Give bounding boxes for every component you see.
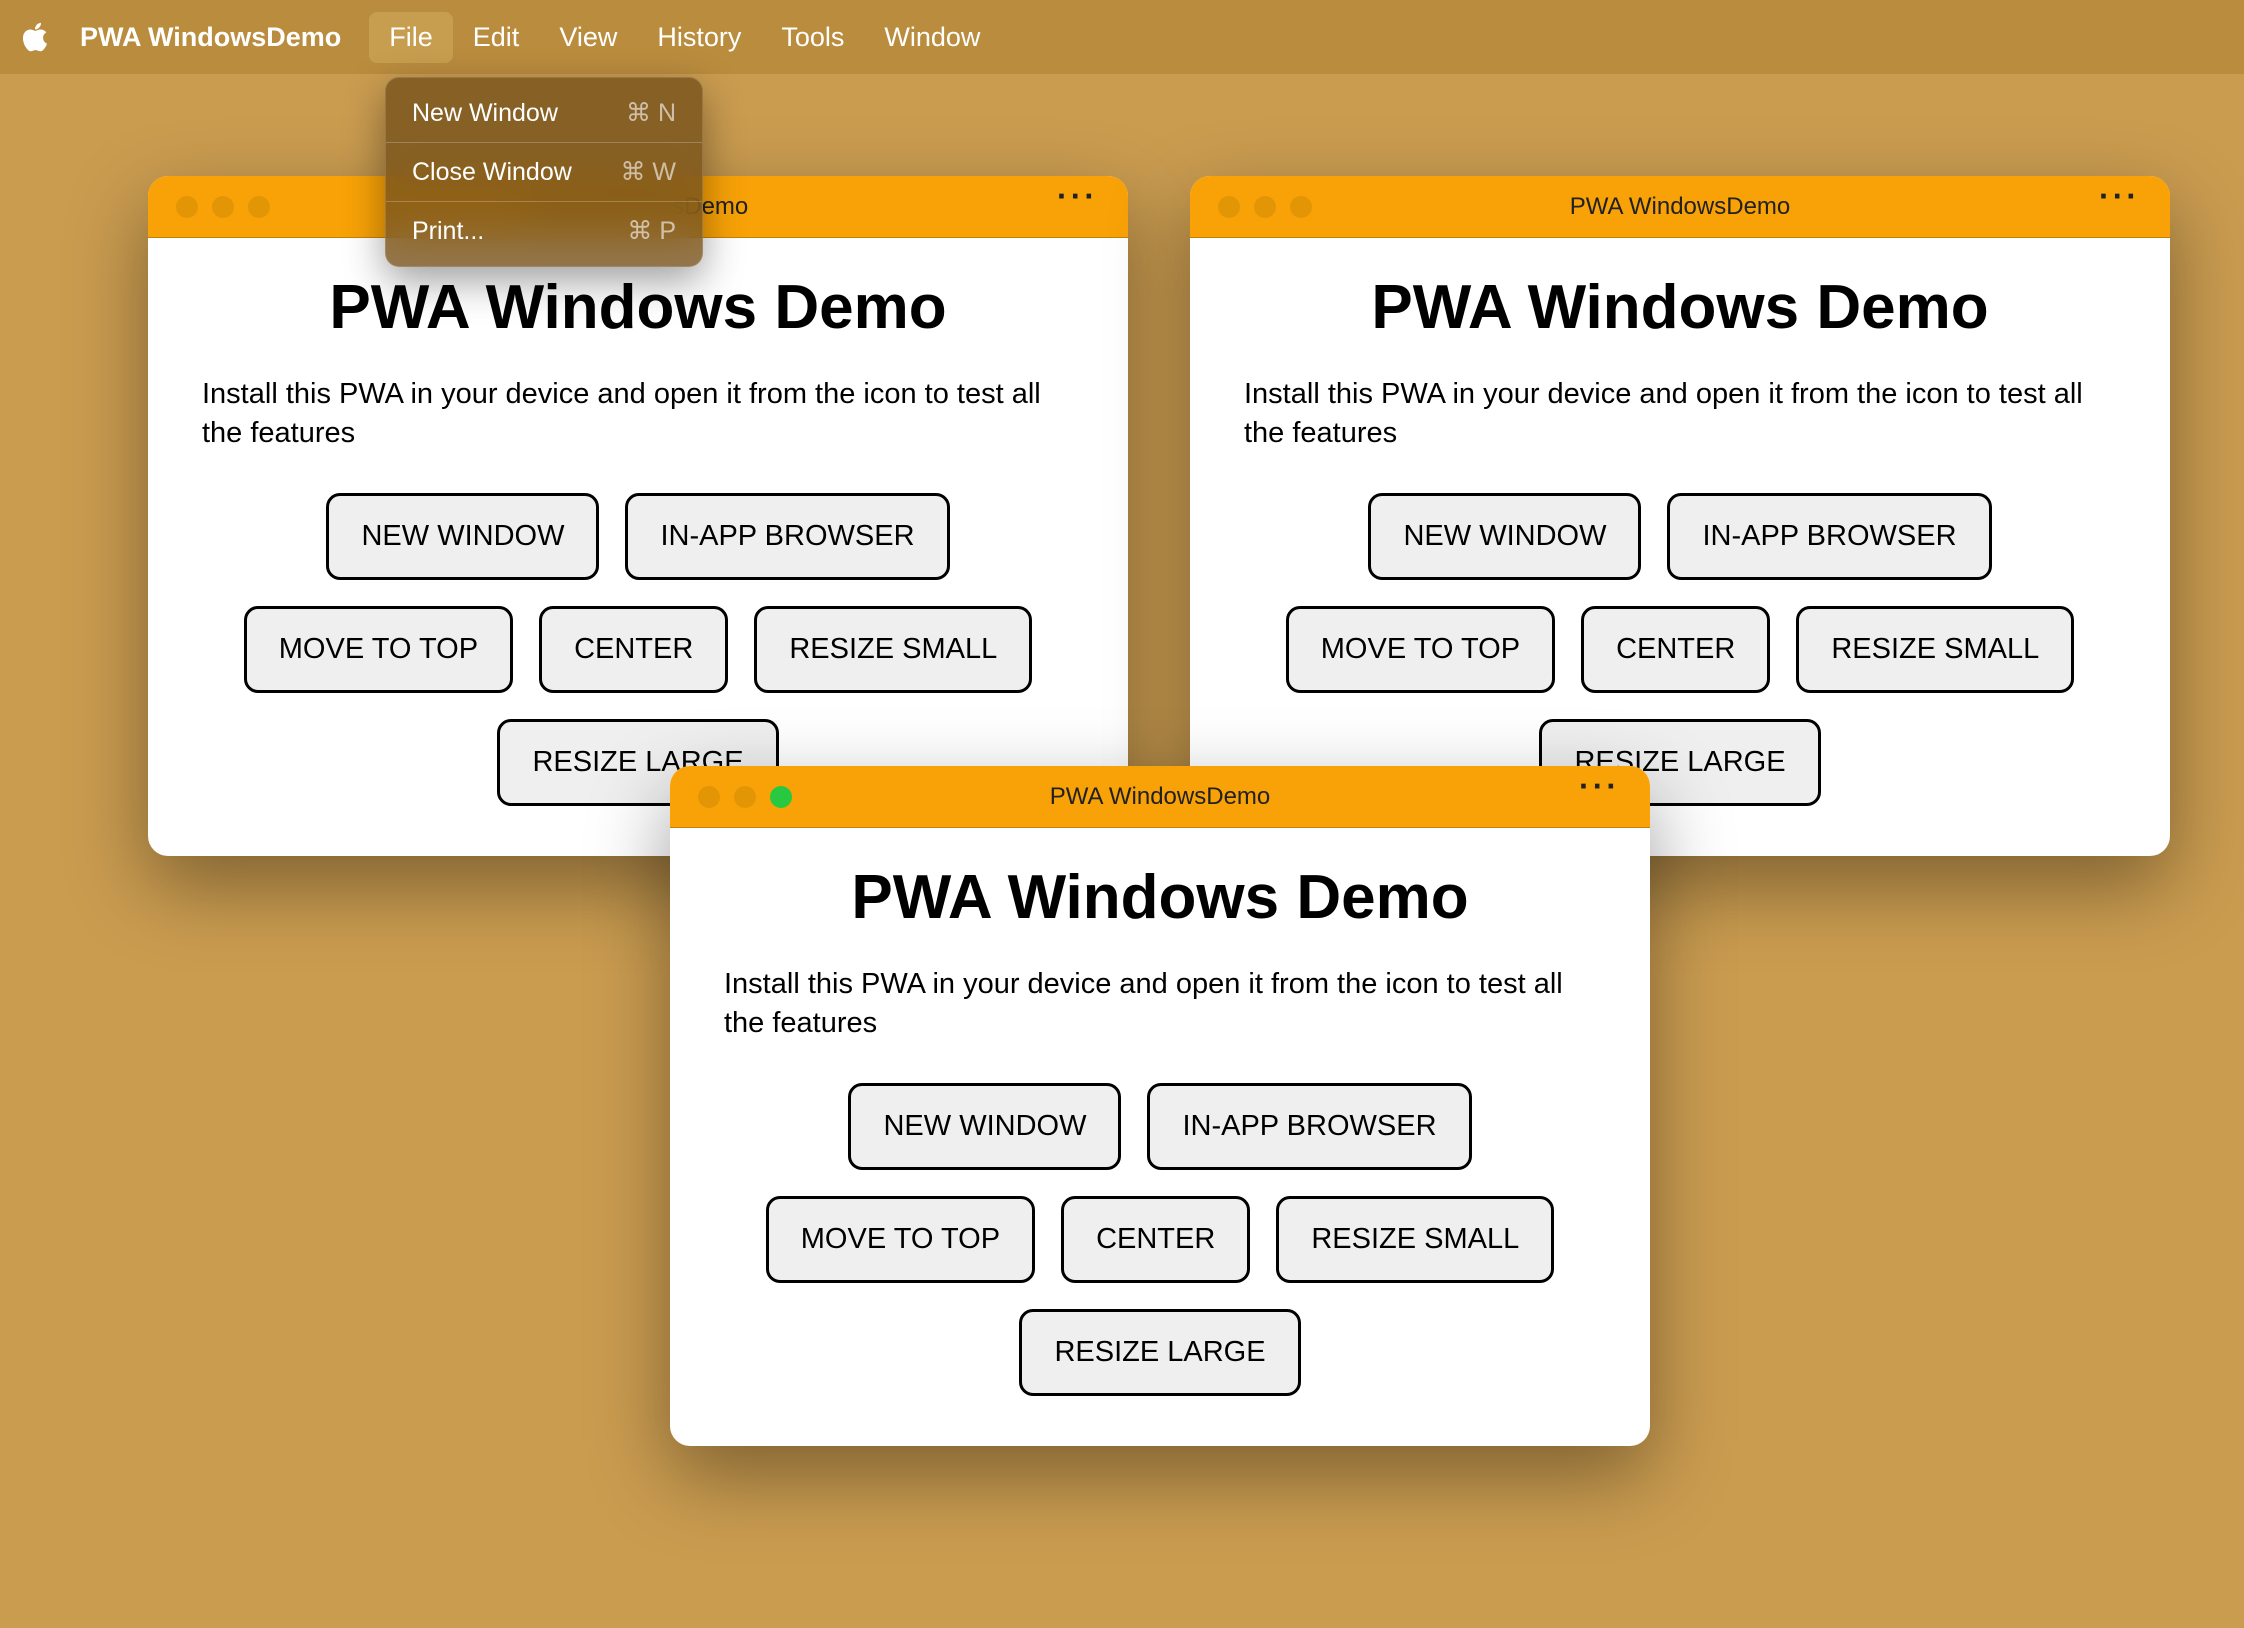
minimize-button[interactable] — [212, 196, 234, 218]
page-description: Install this PWA in your device and open… — [724, 965, 1596, 1043]
menu-item-print[interactable]: Print... ⌘ P — [386, 206, 702, 256]
button-grid: NEW WINDOW IN-APP BROWSER MOVE TO TOP CE… — [202, 493, 1074, 806]
window-content: PWA Windows Demo Install this PWA in you… — [148, 238, 1128, 856]
new-window-button[interactable]: NEW WINDOW — [1368, 493, 1641, 580]
menubar-item-view[interactable]: View — [539, 12, 637, 63]
menu-item-shortcut: ⌘ P — [627, 216, 676, 246]
page-description: Install this PWA in your device and open… — [1244, 375, 2116, 453]
menu-item-label: Print... — [412, 217, 484, 246]
center-button[interactable]: CENTER — [539, 606, 728, 693]
close-button[interactable] — [1218, 196, 1240, 218]
menu-item-new-window[interactable]: New Window ⌘ N — [386, 88, 702, 138]
menu-item-shortcut: ⌘ W — [620, 157, 676, 187]
menu-separator — [386, 201, 702, 202]
menu-item-close-window[interactable]: Close Window ⌘ W — [386, 147, 702, 197]
app-window-1: PWA WindowsDemo ··· PWA Windows Demo Ins… — [148, 176, 1128, 856]
menubar-item-file[interactable]: File — [369, 12, 453, 63]
apple-logo-icon[interactable] — [20, 22, 50, 52]
move-to-top-button[interactable]: MOVE TO TOP — [766, 1196, 1035, 1283]
menubar-app-name[interactable]: PWA WindowsDemo — [80, 22, 341, 53]
zoom-button[interactable] — [248, 196, 270, 218]
app-window-3-active: PWA WindowsDemo ··· PWA Windows Demo Ins… — [670, 766, 1650, 1446]
page-title: PWA Windows Demo — [724, 862, 1596, 933]
menu-item-label: Close Window — [412, 158, 572, 187]
title-bar[interactable]: PWA WindowsDemo ··· — [670, 766, 1650, 828]
close-button[interactable] — [698, 786, 720, 808]
minimize-button[interactable] — [1254, 196, 1276, 218]
traffic-lights — [176, 196, 270, 218]
new-window-button[interactable]: NEW WINDOW — [326, 493, 599, 580]
move-to-top-button[interactable]: MOVE TO TOP — [1286, 606, 1555, 693]
in-app-browser-button[interactable]: IN-APP BROWSER — [625, 493, 949, 580]
menu-item-shortcut: ⌘ N — [626, 98, 676, 128]
page-title: PWA Windows Demo — [202, 272, 1074, 343]
app-window-2: PWA WindowsDemo ··· PWA Windows Demo Ins… — [1190, 176, 2170, 856]
resize-small-button[interactable]: RESIZE SMALL — [1276, 1196, 1554, 1283]
in-app-browser-button[interactable]: IN-APP BROWSER — [1147, 1083, 1471, 1170]
button-grid: NEW WINDOW IN-APP BROWSER MOVE TO TOP CE… — [724, 1083, 1596, 1396]
menubar-item-history[interactable]: History — [637, 12, 761, 63]
menu-item-label: New Window — [412, 99, 558, 128]
window-title: PWA WindowsDemo — [1570, 193, 1791, 221]
menubar-item-tools[interactable]: Tools — [761, 12, 864, 63]
window-content: PWA Windows Demo Install this PWA in you… — [1190, 238, 2170, 856]
window-title: PWA WindowsDemo — [1050, 783, 1271, 811]
minimize-button[interactable] — [734, 786, 756, 808]
center-button[interactable]: CENTER — [1061, 1196, 1250, 1283]
in-app-browser-button[interactable]: IN-APP BROWSER — [1667, 493, 1991, 580]
move-to-top-button[interactable]: MOVE TO TOP — [244, 606, 513, 693]
resize-large-button[interactable]: RESIZE LARGE — [1019, 1309, 1300, 1396]
system-menubar: PWA WindowsDemo File Edit View History T… — [0, 0, 2244, 74]
zoom-button[interactable] — [1290, 196, 1312, 218]
new-window-button[interactable]: NEW WINDOW — [848, 1083, 1121, 1170]
page-description: Install this PWA in your device and open… — [202, 375, 1074, 453]
button-grid: NEW WINDOW IN-APP BROWSER MOVE TO TOP CE… — [1244, 493, 2116, 806]
zoom-button[interactable] — [770, 786, 792, 808]
title-bar[interactable]: PWA WindowsDemo ··· — [1190, 176, 2170, 238]
traffic-lights — [1218, 196, 1312, 218]
menu-separator — [386, 142, 702, 143]
page-title: PWA Windows Demo — [1244, 272, 2116, 343]
center-button[interactable]: CENTER — [1581, 606, 1770, 693]
file-menu-dropdown: New Window ⌘ N Close Window ⌘ W Print...… — [385, 77, 703, 267]
close-button[interactable] — [176, 196, 198, 218]
window-content: PWA Windows Demo Install this PWA in you… — [670, 828, 1650, 1446]
menubar-item-window[interactable]: Window — [864, 12, 1000, 63]
resize-small-button[interactable]: RESIZE SMALL — [1796, 606, 2074, 693]
resize-small-button[interactable]: RESIZE SMALL — [754, 606, 1032, 693]
traffic-lights — [698, 786, 792, 808]
menubar-item-edit[interactable]: Edit — [453, 12, 540, 63]
